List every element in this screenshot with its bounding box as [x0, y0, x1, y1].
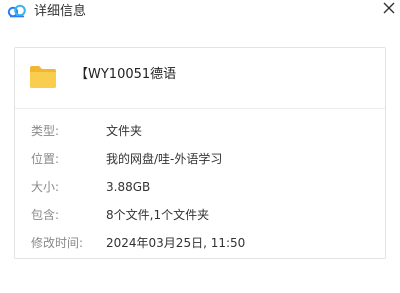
details-panel: 【WY10051德语 类型: 文件夹 位置: 我的网盘/哇-外语学习 大小: 3…: [14, 47, 386, 259]
property-label: 类型:: [31, 124, 60, 138]
property-row-contains: 包含: 8个文件,1个文件夹: [15, 205, 385, 225]
property-value: 8个文件,1个文件夹: [106, 208, 210, 222]
file-header: 【WY10051德语: [15, 48, 385, 109]
property-label: 修改时间:: [31, 236, 84, 250]
property-value: 3.88GB: [106, 180, 151, 194]
file-name: 【WY10051德语: [75, 67, 177, 82]
property-row-size: 大小: 3.88GB: [15, 177, 385, 197]
property-label: 大小:: [31, 180, 60, 194]
title-bar: 详细信息: [0, 0, 400, 26]
property-label: 包含:: [31, 208, 60, 222]
property-row-modified: 修改时间: 2024年03月25日, 11:50: [15, 233, 385, 253]
property-row-type: 类型: 文件夹: [15, 121, 385, 141]
property-value: 我的网盘/哇-外语学习: [106, 152, 223, 166]
property-value: 2024年03月25日, 11:50: [106, 236, 246, 250]
baidu-netdisk-cloud-icon: [7, 4, 26, 18]
close-icon: [383, 2, 395, 14]
folder-icon: [30, 66, 56, 88]
close-button[interactable]: [380, 0, 398, 18]
window-title: 详细信息: [34, 4, 87, 19]
property-value: 文件夹: [106, 124, 143, 138]
property-row-location: 位置: 我的网盘/哇-外语学习: [15, 149, 385, 169]
property-label: 位置:: [31, 152, 60, 166]
